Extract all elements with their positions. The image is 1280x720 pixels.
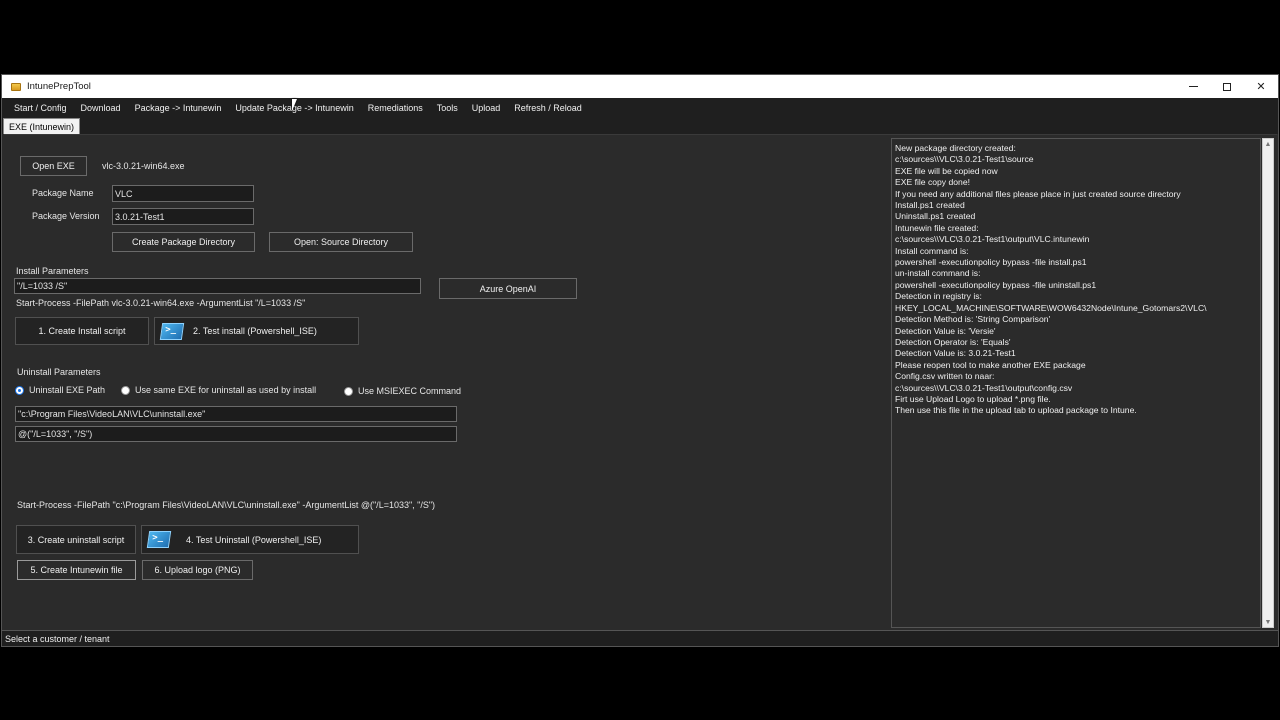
log-line: Firt use Upload Logo to upload *.png fil… <box>895 393 1051 404</box>
menu-tools[interactable]: Tools <box>430 103 465 113</box>
close-button[interactable]: ✕ <box>1244 75 1278 98</box>
upload-logo-button[interactable]: 6. Upload logo (PNG) <box>142 560 253 580</box>
log-line: powershell -executionpolicy bypass -file… <box>895 279 1097 290</box>
log-line: HKEY_LOCAL_MACHINE\SOFTWARE\WOW6432Node\… <box>895 302 1207 313</box>
mouse-cursor-icon <box>292 99 302 111</box>
app-window: IntunePrepTool ✕ Start / Config Download… <box>1 74 1279 647</box>
test-uninstall-button[interactable]: 4. Test Uninstall (Powershell_ISE) <box>141 525 359 554</box>
status-text: Select a customer / tenant <box>5 633 110 644</box>
menu-package-intunewin[interactable]: Package -> Intunewin <box>128 103 229 113</box>
log-line: Intunewin file created: <box>895 222 979 233</box>
log-line: Config.csv written to naar: <box>895 371 995 382</box>
menu-upload[interactable]: Upload <box>465 103 508 113</box>
log-line: c:\sources\\VLC\3.0.21-Test1\output\conf… <box>895 382 1073 393</box>
minimize-button[interactable] <box>1176 75 1210 98</box>
test-uninstall-label: 4. Test Uninstall (Powershell_ISE) <box>186 534 322 545</box>
powershell-icon <box>146 531 172 548</box>
status-bar: Select a customer / tenant <box>2 630 1278 646</box>
menu-start-config[interactable]: Start / Config <box>7 103 74 113</box>
log-line: EXE file will be copied now <box>895 165 998 176</box>
log-scrollbar[interactable]: ▲ ▼ <box>1262 138 1274 628</box>
tab-strip: EXE (Intunewin) <box>2 117 1278 134</box>
log-line: If you need any additional files please … <box>895 188 1181 199</box>
log-line: Uninstall.ps1 created <box>895 211 976 222</box>
log-line: Detection Method is: 'String Comparison' <box>895 314 1051 325</box>
install-parameters-input[interactable]: "/L=1033 /S" <box>14 278 421 294</box>
log-line: Detection Value is: 3.0.21-Test1 <box>895 348 1016 359</box>
powershell-icon <box>159 322 185 340</box>
package-version-label: Package Version <box>32 211 100 221</box>
scroll-up-icon[interactable]: ▲ <box>1263 139 1273 149</box>
radio-uninstall-exe-path[interactable]: Uninstall EXE Path <box>15 385 105 395</box>
window-controls: ✕ <box>1176 75 1278 98</box>
package-name-label: Package Name <box>32 188 94 198</box>
uninstall-path-input[interactable]: "c:\Program Files\VideoLAN\VLC\uninstall… <box>15 406 457 422</box>
app-folder-icon <box>11 82 21 91</box>
uninstall-args-input[interactable]: @("/L=1033", "/S") <box>15 426 457 442</box>
window-title: IntunePrepTool <box>27 81 91 92</box>
log-line: un-install command is: <box>895 268 981 279</box>
radio-uninstall-exe-path-label: Uninstall EXE Path <box>29 385 106 395</box>
create-intunewin-button[interactable]: 5. Create Intunewin file <box>17 560 136 580</box>
title-bar: IntunePrepTool ✕ <box>2 75 1278 98</box>
log-line: c:\sources\\VLC\3.0.21-Test1\output\VLC.… <box>895 234 1090 245</box>
menu-bar: Start / Config Download Package -> Intun… <box>2 98 1278 117</box>
open-source-directory-button[interactable]: Open: Source Directory <box>269 232 413 252</box>
log-line: Install command is: <box>895 245 969 256</box>
uninstall-parameters-label: Uninstall Parameters <box>17 367 101 377</box>
log-line: Detection Operator is: 'Equals' <box>895 336 1011 347</box>
azure-openai-button[interactable]: Azure OpenAI <box>439 278 577 299</box>
log-line: Detection in registry is: <box>895 291 982 302</box>
radio-indicator-checked <box>15 385 24 395</box>
package-name-input[interactable]: VLC <box>112 185 254 202</box>
menu-refresh-reload[interactable]: Refresh / Reload <box>507 103 589 113</box>
minimize-icon <box>1188 86 1198 87</box>
create-uninstall-script-button[interactable]: 3. Create uninstall script <box>16 525 136 554</box>
close-icon: ✕ <box>1256 81 1266 93</box>
log-line: EXE file copy done! <box>895 177 971 188</box>
log-line: Please reopen tool to make another EXE p… <box>895 359 1086 370</box>
log-line: powershell -executionpolicy bypass -file… <box>895 257 1087 268</box>
test-install-button[interactable]: 2. Test install (Powershell_ISE) <box>154 317 359 345</box>
log-line: Install.ps1 created <box>895 200 965 211</box>
menu-download[interactable]: Download <box>74 103 128 113</box>
create-install-script-button[interactable]: 1. Create Install script <box>15 317 149 345</box>
uninstall-command-preview: Start-Process -FilePath "c:\Program File… <box>17 500 436 510</box>
log-line: Then use this file in the upload tab to … <box>895 405 1137 416</box>
install-parameters-label: Install Parameters <box>16 266 89 276</box>
radio-same-exe[interactable]: Use same EXE for uninstall as used by in… <box>121 385 316 395</box>
exe-filename: vlc-3.0.21-win64.exe <box>102 161 185 171</box>
tab-exe-intunewin[interactable]: EXE (Intunewin) <box>3 118 81 134</box>
radio-msiexec[interactable]: Use MSIEXEC Command <box>344 386 461 396</box>
radio-same-exe-label: Use same EXE for uninstall as used by in… <box>135 385 317 395</box>
main-panel: Open EXE vlc-3.0.21-win64.exe Package Na… <box>4 134 1277 630</box>
maximize-icon <box>1223 82 1231 91</box>
create-package-directory-button[interactable]: Create Package Directory <box>112 232 255 252</box>
maximize-button[interactable] <box>1210 75 1244 98</box>
log-line: Detection Value is: 'Versie' <box>895 325 996 336</box>
install-command-preview: Start-Process -FilePath vlc-3.0.21-win64… <box>16 298 306 308</box>
log-output[interactable]: New package directory created: c:\source… <box>891 138 1261 628</box>
test-install-label: 2. Test install (Powershell_ISE) <box>193 326 317 336</box>
radio-indicator <box>121 385 130 395</box>
scroll-down-icon[interactable]: ▼ <box>1263 617 1273 627</box>
log-line: New package directory created: <box>895 143 1016 153</box>
radio-msiexec-label: Use MSIEXEC Command <box>358 386 462 396</box>
open-exe-button[interactable]: Open EXE <box>20 156 87 176</box>
radio-indicator <box>344 386 353 396</box>
package-version-input[interactable]: 3.0.21-Test1 <box>112 208 254 225</box>
menu-remediations[interactable]: Remediations <box>361 103 430 113</box>
log-line: c:\sources\\VLC\3.0.21-Test1\source <box>895 154 1034 165</box>
